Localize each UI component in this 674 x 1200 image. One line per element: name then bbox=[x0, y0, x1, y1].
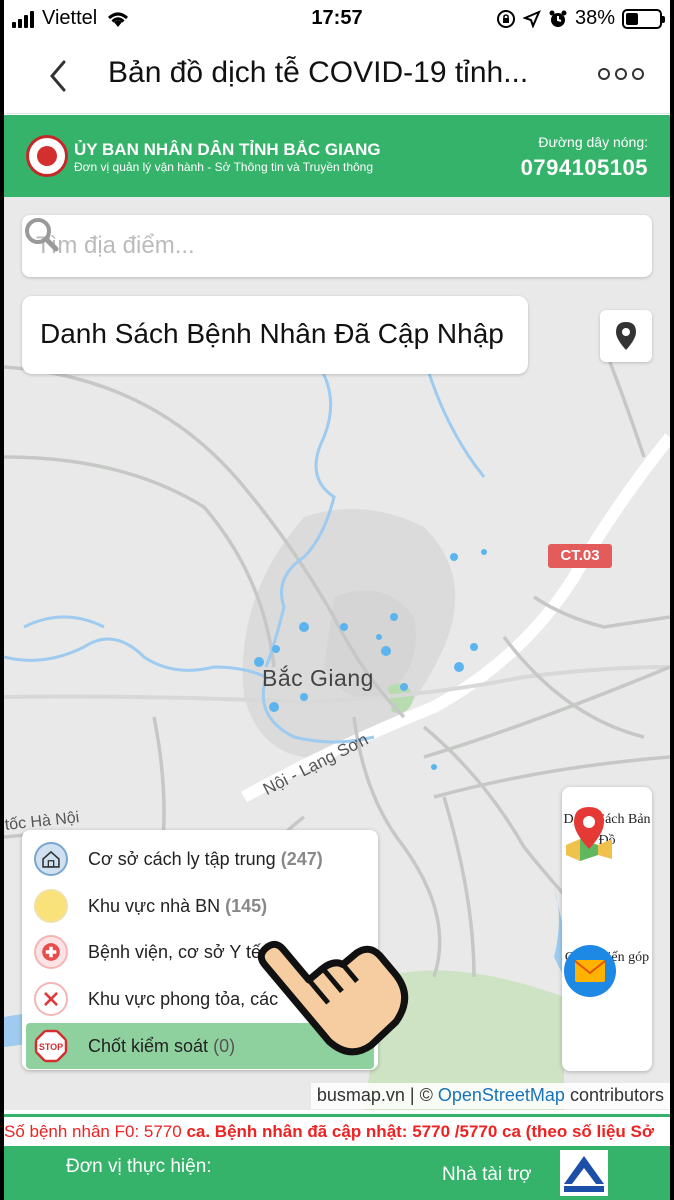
footer: Đơn vị thực hiện: Nhà tài trợ bbox=[4, 1146, 670, 1200]
alarm-icon bbox=[549, 10, 567, 27]
legend-label: Khu vực phong tỏa, các bbox=[88, 989, 279, 1009]
hotline-label: Đường dây nóng: bbox=[538, 134, 648, 150]
home-icon bbox=[34, 842, 68, 876]
legend-label: Chốt kiểm soát bbox=[88, 1036, 209, 1056]
legend-item-quarantine[interactable]: Cơ sở cách ly tập trung (247) bbox=[22, 836, 378, 882]
search-bar bbox=[22, 215, 652, 277]
osm-link[interactable]: OpenStreetMap bbox=[438, 1085, 565, 1105]
battery-percent: 38% bbox=[574, 7, 615, 29]
app-header: ỦY BAN NHÂN DÂN TỈNH BẮC GIANG Đơn vị qu… bbox=[4, 115, 670, 197]
x-icon bbox=[34, 982, 68, 1016]
legend-count: (247) bbox=[280, 849, 323, 869]
sponsor-label: Nhà tài trợ bbox=[442, 1164, 532, 1185]
more-button[interactable] bbox=[598, 68, 644, 80]
province-logo bbox=[26, 135, 68, 177]
more-icon bbox=[598, 68, 610, 80]
legend-label: Khu vực nhà BN bbox=[88, 896, 221, 916]
map-list-button[interactable]: Danh Sách Bản Đồ bbox=[562, 805, 652, 861]
location-button[interactable] bbox=[600, 310, 652, 362]
search-input[interactable] bbox=[36, 229, 576, 263]
battery-icon bbox=[622, 8, 665, 29]
map-pin-icon bbox=[616, 322, 636, 350]
svg-text:STOP: STOP bbox=[39, 1042, 63, 1052]
org-subtitle: Đơn vị quản lý vận hành - Sở Thông tin v… bbox=[74, 160, 374, 174]
back-button[interactable] bbox=[40, 58, 76, 94]
yellow-dot-icon bbox=[34, 889, 68, 923]
legend-label: Bệnh viện, cơ sở Y tế bbox=[88, 942, 262, 962]
battery-fill bbox=[626, 12, 639, 25]
map-attribution: busmap.vn | © OpenStreetMap contributors bbox=[310, 1083, 670, 1109]
nav-bar: Bản đồ dịch tễ COVID-19 tỉnh... bbox=[4, 38, 670, 114]
road-badge: CT.03 bbox=[548, 544, 612, 568]
sponsor-logo[interactable] bbox=[560, 1150, 608, 1196]
search-icon[interactable] bbox=[22, 215, 60, 253]
patient-list-button[interactable]: Danh Sách Bệnh Nhân Đã Cập Nhập bbox=[22, 296, 528, 374]
status-right: 38% bbox=[496, 7, 665, 30]
mail-icon bbox=[564, 945, 616, 997]
phone-screen: Viettel 17:57 38% Bản đồ dịch tễ COVID-1… bbox=[4, 0, 670, 1200]
status-bar: Viettel 17:57 38% bbox=[4, 0, 670, 38]
ticker-updated: 5770 /5770 bbox=[412, 1122, 498, 1141]
pointing-hand-icon bbox=[257, 940, 409, 1056]
attribution-suffix: contributors bbox=[569, 1085, 664, 1105]
hospital-cross-icon bbox=[34, 935, 68, 969]
stop-sign-icon: STOP bbox=[34, 1029, 68, 1063]
ticker-prefix: Số bệnh nhân F0: 5770 bbox=[4, 1122, 182, 1141]
case-ticker: Số bệnh nhân F0: 5770 ca. Bệnh nhân đã c… bbox=[4, 1114, 670, 1146]
feedback-button[interactable]: Gửi ý kiến góp ý bbox=[562, 943, 652, 997]
attribution-source[interactable]: busmap.vn bbox=[317, 1085, 405, 1105]
legend-count: (0) bbox=[213, 1036, 236, 1056]
side-panel: Danh Sách Bản Đồ Gửi ý kiến góp ý bbox=[562, 787, 652, 1071]
orientation-lock-icon bbox=[496, 9, 515, 28]
chevron-left-icon bbox=[50, 60, 66, 92]
ticker-mid: ca. Bệnh nhân đã cập nhật: bbox=[186, 1122, 408, 1141]
city-label: Bắc Giang bbox=[262, 665, 374, 691]
implementer-label: Đơn vị thực hiện: bbox=[66, 1156, 212, 1177]
org-title: ỦY BAN NHÂN DÂN TỈNH BẮC GIANG bbox=[74, 140, 381, 159]
ticker-suffix: ca (theo số liệu Sở bbox=[502, 1122, 654, 1141]
attribution-separator: | © bbox=[409, 1085, 433, 1105]
legend-label: Cơ sở cách ly tập trung bbox=[88, 849, 276, 869]
location-arrow-icon bbox=[522, 9, 541, 28]
map-pin-icon bbox=[566, 807, 612, 861]
page-title: Bản đồ dịch tễ COVID-19 tỉnh... bbox=[108, 56, 529, 89]
hotline-number[interactable]: 0794105105 bbox=[521, 155, 648, 181]
